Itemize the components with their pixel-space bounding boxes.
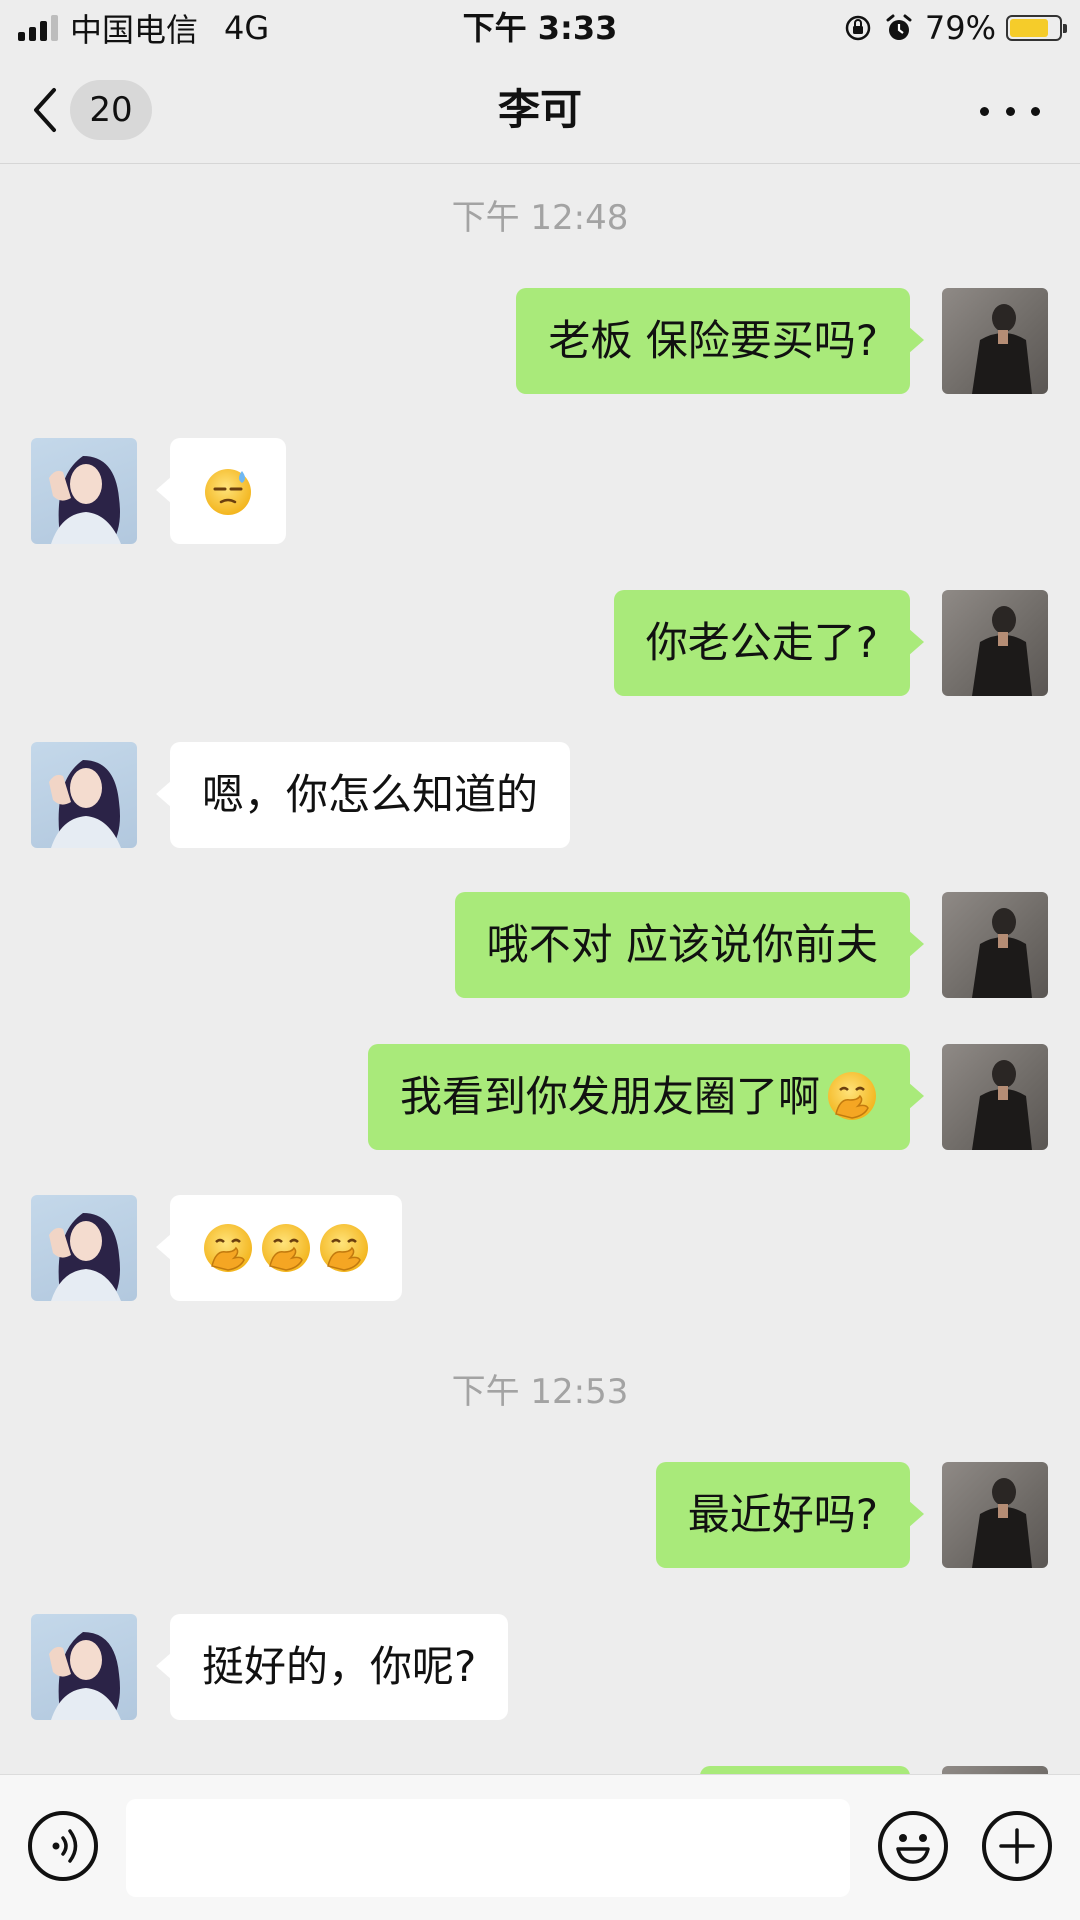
message-bubble[interactable]: 哦不对 应该说你前夫 [454,892,925,998]
message-sent: 最近好吗? [0,1462,1080,1568]
avatar-self[interactable] [942,1044,1048,1150]
message-received [0,438,1080,544]
back-button[interactable]: 20 [30,78,152,142]
sweat-smile-emoji [202,465,254,517]
status-right-group: 79% [843,0,1067,56]
message-received: 挺好的，你呢? [0,1614,1080,1720]
message-input[interactable] [126,1799,850,1897]
message-bubble[interactable]: 老板 保险要买吗? [516,288,924,394]
voice-icon [52,1829,78,1863]
more-options-button[interactable] [980,86,1040,136]
battery-charging-icon [1006,15,1067,41]
avatar-self[interactable] [942,892,1048,998]
message-received [0,1195,1080,1301]
message-bubble[interactable]: 最近好吗? [655,1462,925,1568]
avatar-self[interactable] [942,1462,1048,1568]
battery-level-fill [1010,19,1048,37]
unread-count-badge: 20 [70,80,152,140]
message-bubble[interactable]: 你老公走了? [613,590,925,696]
message-bubble[interactable] [156,1195,402,1301]
message-sent-partial [0,1766,1080,1774]
hand-over-mouth-emoji [318,1222,370,1274]
network-type: 4G [224,9,270,47]
signal-icon [18,15,58,41]
avatar-contact[interactable] [31,438,137,544]
avatar-self[interactable] [942,1766,1048,1774]
message-sent: 我看到你发朋友圈了啊 [0,1044,1080,1150]
input-bar [0,1774,1080,1920]
hand-over-mouth-emoji [826,1070,878,1122]
message-text: 我看到你发朋友圈了啊 [399,1072,820,1121]
timestamp: 下午 12:53 [451,1372,629,1412]
message-bubble[interactable] [156,438,286,544]
message-list[interactable]: 下午 12:48 老板 保险要买吗? 你老公走了? 嗯，你怎么知道的 哦不对 应… [0,164,1080,1774]
more-dots-icon [980,106,989,116]
message-bubble[interactable]: 嗯，你怎么知道的 [155,742,571,848]
message-sent: 老板 保险要买吗? [0,288,1080,394]
message-bubble[interactable] [700,1766,910,1774]
status-bar: 中国电信 4G 下午 3:33 79% [0,0,1080,56]
avatar-contact[interactable] [31,742,137,848]
battery-percent: 79% [924,9,996,47]
hand-over-mouth-emoji [260,1222,312,1274]
alarm-icon [886,14,912,40]
avatar-self[interactable] [942,288,1048,394]
avatar-contact[interactable] [31,1195,137,1301]
timestamp: 下午 12:48 [451,198,629,238]
message-received: 嗯，你怎么知道的 [0,742,1080,848]
emoji-face-icon [896,1834,930,1864]
plus-icon [999,1828,1035,1864]
back-chevron-icon [34,88,56,132]
message-sent: 哦不对 应该说你前夫 [0,892,1080,998]
avatar-self[interactable] [942,590,1048,696]
chat-header: 20 李可 [0,56,1080,164]
more-functions-button[interactable] [982,1811,1052,1881]
hand-over-mouth-emoji [202,1222,254,1274]
emoji-button[interactable] [878,1811,948,1881]
message-sent: 你老公走了? [0,590,1080,696]
carrier-name: 中国电信 [70,11,199,49]
orientation-lock-icon [845,15,871,41]
voice-button[interactable] [28,1811,98,1881]
message-bubble[interactable]: 我看到你发朋友圈了啊 [367,1044,925,1150]
avatar-contact[interactable] [31,1614,137,1720]
message-bubble[interactable]: 挺好的，你呢? [155,1614,509,1720]
chat-title: 李可 [497,85,582,134]
